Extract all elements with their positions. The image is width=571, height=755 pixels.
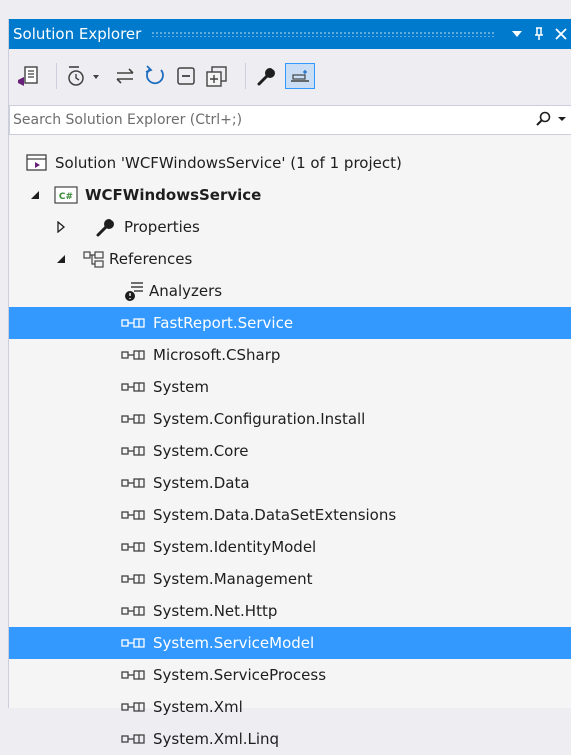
back-forward-button[interactable] — [111, 63, 139, 89]
assembly-reference-icon — [121, 636, 153, 650]
tree-item-reference[interactable]: System.Xml.Linq — [9, 723, 571, 755]
tree-item-label: System.IdentityModel — [153, 538, 317, 556]
panel-title: Solution Explorer — [13, 25, 142, 43]
refresh-icon — [145, 65, 164, 85]
tree-item-label: System.Configuration.Install — [153, 410, 366, 428]
collapsed-arrow-icon[interactable] — [55, 221, 67, 233]
references-icon — [83, 249, 105, 269]
pending-changes-filter-icon — [68, 66, 99, 86]
search-input[interactable] — [13, 109, 513, 131]
search-icon[interactable] — [535, 111, 551, 131]
expanded-arrow-icon[interactable] — [29, 189, 41, 201]
pending-changes-filter-button[interactable] — [65, 63, 105, 89]
back-forward-icon — [116, 68, 134, 84]
assembly-reference-icon — [121, 348, 153, 362]
solution-explorer-panel: Solution Explorer Search Solution Explor… — [8, 19, 571, 748]
sync-with-document-icon — [18, 66, 38, 86]
tree-item-reference[interactable]: System.Xml — [9, 691, 571, 723]
tree-item-label: System.Net.Http — [153, 602, 278, 620]
pin-button[interactable] — [528, 23, 550, 45]
assembly-reference-icon — [121, 476, 153, 490]
tree-item-properties[interactable]: Properties — [9, 211, 571, 243]
svg-text:C#: C# — [59, 192, 73, 202]
assembly-reference-icon — [121, 412, 153, 426]
tree-item-label: Solution 'WCFWindowsService' (1 of 1 pro… — [55, 154, 402, 172]
tree-item-reference[interactable]: System — [9, 371, 571, 403]
tree-item-label: System.Management — [153, 570, 313, 588]
sync-with-document-button[interactable] — [14, 63, 42, 89]
toolbar-separator — [245, 63, 246, 89]
pin-icon — [535, 27, 543, 40]
drag-grip[interactable] — [151, 31, 496, 37]
assembly-reference-icon — [121, 604, 153, 618]
assembly-reference-icon — [121, 316, 153, 330]
tree-item-reference[interactable]: System.Configuration.Install — [9, 403, 571, 435]
collapse-all-icon — [177, 67, 195, 85]
assembly-reference-icon — [121, 572, 153, 586]
tree-item-label: Properties — [124, 218, 200, 236]
tree-item-label: System.Xml — [153, 698, 243, 716]
assembly-reference-icon — [121, 508, 153, 522]
show-all-files-icon — [206, 66, 227, 87]
search-box[interactable] — [9, 105, 571, 135]
csharp-project-icon: C# — [54, 185, 78, 205]
assembly-reference-icon — [121, 540, 153, 554]
tree-item-references[interactable]: References — [9, 243, 571, 275]
tree-item-label: System.Xml.Linq — [153, 730, 280, 748]
close-button[interactable] — [550, 23, 571, 45]
tree-item-reference[interactable]: System.Net.Http — [9, 595, 571, 627]
refresh-button[interactable] — [141, 63, 169, 89]
title-bar[interactable]: Solution Explorer — [9, 19, 571, 49]
tree-item-reference[interactable]: System.Core — [9, 435, 571, 467]
tree-item-label: FastReport.Service — [153, 314, 294, 332]
preview-selected-items-button[interactable] — [285, 63, 315, 89]
tree-item-project[interactable]: C# WCFWindowsService — [9, 179, 571, 211]
tree-item-label: Microsoft.CSharp — [153, 346, 281, 364]
tree-item-label: System.ServiceModel — [153, 634, 315, 652]
tree-item-reference[interactable]: System.Management — [9, 563, 571, 595]
show-all-files-button[interactable] — [202, 63, 232, 89]
tree-item-reference[interactable]: Microsoft.CSharp — [9, 339, 571, 371]
assembly-reference-icon — [121, 668, 153, 682]
toolbar — [9, 49, 571, 105]
assembly-reference-icon — [121, 444, 153, 458]
window-position-dropdown-button[interactable] — [506, 23, 528, 45]
tree-item-reference[interactable]: System.IdentityModel — [9, 531, 571, 563]
toolbar-separator — [56, 63, 57, 89]
properties-button[interactable] — [253, 63, 281, 89]
tree-item-reference[interactable]: System.Data — [9, 467, 571, 499]
tree-item-label: References — [109, 250, 193, 268]
tree-item-reference[interactable]: FastReport.Service — [9, 307, 571, 339]
analyzers-icon — [124, 280, 146, 302]
tree-item-label: System.Core — [153, 442, 249, 460]
tree-item-reference[interactable]: System.ServiceProcess — [9, 659, 571, 691]
search-options-dropdown[interactable] — [558, 114, 566, 125]
expanded-arrow-icon[interactable] — [55, 253, 67, 265]
wrench-icon — [95, 216, 117, 238]
properties-wrench-icon — [257, 68, 276, 86]
assembly-reference-icon — [121, 700, 153, 714]
tree-item-label: System.ServiceProcess — [153, 666, 327, 684]
tree-item-label: System.Data.DataSetExtensions — [153, 506, 397, 524]
tree-item-solution[interactable]: Solution 'WCFWindowsService' (1 of 1 pro… — [9, 147, 571, 179]
collapse-all-button[interactable] — [172, 63, 200, 89]
tree-item-label: System.Data — [153, 474, 250, 492]
tree-item-label: WCFWindowsService — [85, 186, 262, 204]
tree-item-label: System — [153, 378, 209, 396]
tree-item-label: Analyzers — [149, 282, 223, 300]
tree-item-reference[interactable]: System.ServiceModel — [9, 627, 571, 659]
close-icon — [555, 28, 567, 40]
tree-item-reference[interactable]: System.Data.DataSetExtensions — [9, 499, 571, 531]
preview-selected-items-icon — [291, 70, 309, 82]
solution-icon — [26, 152, 48, 174]
assembly-reference-icon — [121, 380, 153, 394]
tree-item-analyzers[interactable]: Analyzers — [9, 275, 571, 307]
assembly-reference-icon — [121, 732, 153, 746]
